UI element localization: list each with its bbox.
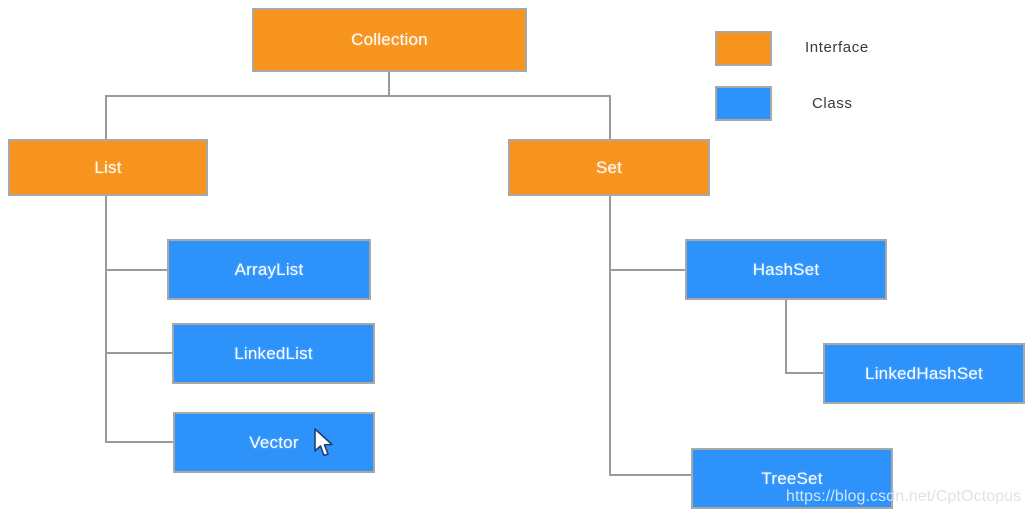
watermark-text-on-box: https://blog.csd <box>786 488 896 505</box>
node-list-label: List <box>94 157 122 177</box>
watermark-text-off-box: n.net/CptOctopus <box>895 488 1022 505</box>
node-hashset[interactable]: HashSet <box>685 239 887 300</box>
node-collection-label: Collection <box>351 30 428 49</box>
legend-swatch-class <box>715 86 772 121</box>
edge-list-to-arraylist <box>105 269 169 271</box>
edge-set-to-treeset <box>609 474 693 476</box>
node-arraylist[interactable]: ArrayList <box>167 239 371 300</box>
edge-list-stem <box>105 195 107 443</box>
edge-collection-stem <box>388 72 390 97</box>
legend-label-interface: Interface <box>805 39 869 56</box>
legend-swatch-interface <box>715 31 772 66</box>
node-linkedhashset-label: LinkedHashSet <box>865 363 983 383</box>
node-set-label: Set <box>595 157 623 177</box>
node-vector[interactable]: Vector <box>173 412 375 473</box>
node-set[interactable]: Set <box>508 139 710 196</box>
watermark: https://blog.csdn.net/CptOctopus <box>786 488 1021 506</box>
edge-collection-to-list <box>105 95 107 140</box>
edge-hashset-to-linkedhashset <box>785 372 825 374</box>
node-linkedlist[interactable]: LinkedList <box>172 323 375 384</box>
node-hashset-label: HashSet <box>752 259 820 279</box>
node-arraylist-label: ArrayList <box>234 259 304 279</box>
edge-collection-to-set <box>609 95 611 140</box>
legend-label-class: Class <box>812 95 853 112</box>
edge-set-stem <box>609 195 611 476</box>
node-list[interactable]: List <box>8 139 208 196</box>
edge-list-to-linkedlist <box>105 352 174 354</box>
node-linkedlist-label: LinkedList <box>234 343 313 363</box>
diagram-canvas: Collection List Set ArrayList LinkedList… <box>0 0 1030 516</box>
node-linkedhashset[interactable]: LinkedHashSet <box>823 343 1025 404</box>
edge-set-to-hashset <box>609 269 687 271</box>
edge-list-to-vector <box>105 441 175 443</box>
node-treeset-label: TreeSet <box>761 468 823 488</box>
node-collection[interactable]: Collection <box>252 8 527 72</box>
edge-collection-bus <box>105 95 611 97</box>
node-vector-label: Vector <box>249 432 299 452</box>
edge-hashset-stem <box>785 300 787 373</box>
